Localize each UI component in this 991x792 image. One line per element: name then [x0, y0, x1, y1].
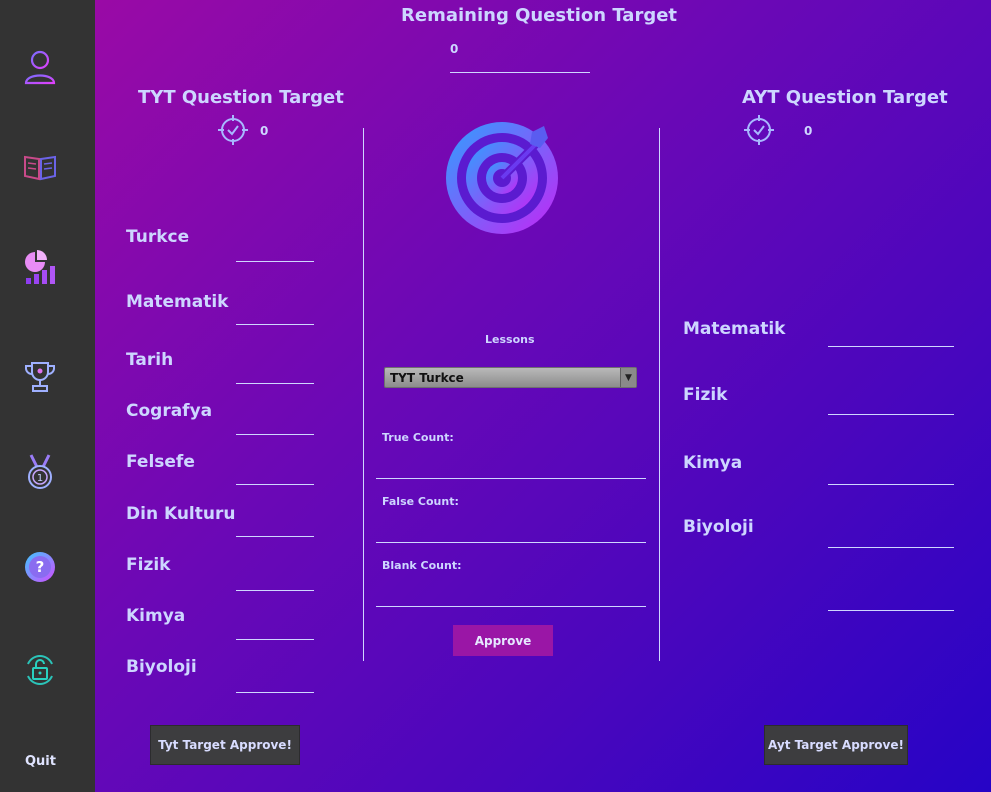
tyt-count: 0	[260, 124, 269, 138]
right-divider	[659, 128, 660, 661]
lesson-select[interactable]: TYT Turkce ▼	[384, 367, 637, 388]
remaining-title: Remaining Question Target	[401, 5, 678, 26]
chevron-down-icon[interactable]: ▼	[620, 368, 636, 387]
ayt-lesson-label: Biyoloji	[683, 517, 754, 537]
lessons-label: Lessons	[485, 333, 535, 346]
lock-icon[interactable]	[20, 650, 60, 690]
tyt-lesson-label: Kimya	[126, 606, 186, 626]
help-icon[interactable]: ?	[20, 547, 60, 587]
svg-text:1: 1	[37, 473, 43, 484]
ayt-lesson-label: Fizik	[683, 385, 728, 405]
quit-button[interactable]: Quit	[25, 754, 56, 769]
tyt-lesson-input[interactable]	[236, 590, 314, 591]
tyt-title: TYT Question Target	[138, 87, 344, 108]
tyt-lesson-label: Turkce	[126, 227, 190, 247]
false-count-input[interactable]	[376, 542, 646, 543]
tyt-lesson-input[interactable]	[236, 434, 314, 435]
lesson-select-value: TYT Turkce	[390, 371, 464, 385]
tyt-lesson-input[interactable]	[236, 324, 314, 325]
user-icon[interactable]	[20, 47, 60, 87]
ayt-title: AYT Question Target	[742, 87, 948, 108]
tyt-lesson-input[interactable]	[236, 639, 314, 640]
tyt-lesson-label: Felsefe	[126, 452, 195, 472]
false-count-label: False Count:	[382, 495, 459, 508]
remaining-underline	[450, 72, 590, 73]
blank-count-label: Blank Count:	[382, 559, 462, 572]
ayt-count: 0	[804, 124, 813, 138]
tyt-lesson-label: Cografya	[126, 401, 213, 421]
remaining-value: 0	[450, 42, 459, 56]
tyt-lesson-input[interactable]	[236, 261, 314, 262]
true-count-input[interactable]	[376, 478, 646, 479]
tyt-lesson-input[interactable]	[236, 536, 314, 537]
ayt-lesson-input[interactable]	[828, 346, 954, 347]
trophy-icon[interactable]	[20, 357, 60, 397]
ayt-approve-button[interactable]: Ayt Target Approve!	[764, 725, 908, 765]
blank-count-input[interactable]	[376, 606, 646, 607]
sidebar: 1 ? Quit	[0, 0, 95, 792]
tyt-lesson-label: Fizik	[126, 555, 171, 575]
left-divider	[363, 128, 364, 661]
ayt-lesson-input[interactable]	[828, 547, 954, 548]
main-panel: Remaining Question Target 0 TYT Question…	[95, 0, 991, 792]
true-count-label: True Count:	[382, 431, 454, 444]
approve-button[interactable]: Approve	[453, 625, 553, 656]
tyt-lesson-label: Matematik	[126, 292, 229, 312]
ayt-lesson-label: Kimya	[683, 453, 743, 473]
tyt-lesson-input[interactable]	[236, 383, 314, 384]
target-icon	[444, 120, 562, 242]
svg-text:?: ?	[36, 558, 45, 576]
tyt-lesson-label: Biyoloji	[126, 657, 197, 677]
tyt-target-icon	[217, 114, 249, 150]
ayt-lesson-label: Matematik	[683, 319, 786, 339]
book-icon[interactable]	[20, 147, 60, 187]
tyt-lesson-label: Din Kulturu	[126, 504, 236, 524]
ayt-target-icon	[743, 114, 775, 150]
medal-icon[interactable]: 1	[20, 452, 60, 492]
ayt-lesson-input[interactable]	[828, 414, 954, 415]
tyt-approve-button[interactable]: Tyt Target Approve!	[150, 725, 300, 765]
ayt-lesson-input[interactable]	[828, 484, 954, 485]
tyt-lesson-input[interactable]	[236, 692, 314, 693]
tyt-lesson-label: Tarih	[126, 350, 174, 370]
chart-icon[interactable]	[20, 247, 60, 287]
ayt-lesson-input[interactable]	[828, 610, 954, 611]
tyt-lesson-input[interactable]	[236, 484, 314, 485]
